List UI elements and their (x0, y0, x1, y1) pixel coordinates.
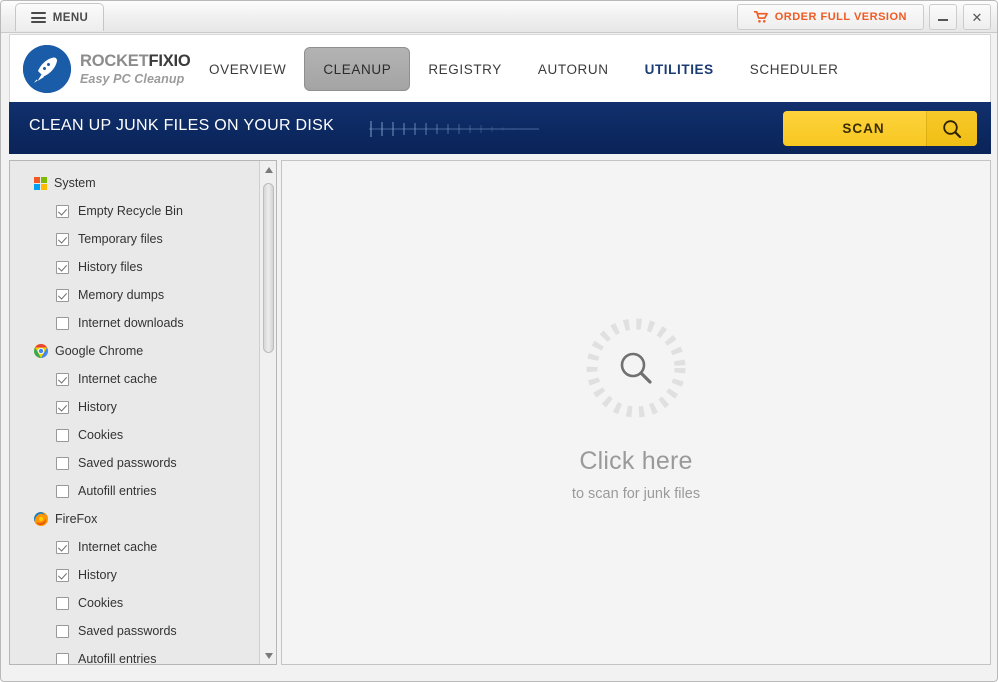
scroll-up-button[interactable] (260, 161, 277, 178)
tree-item-label: Saved passwords (78, 624, 177, 638)
tab-autorun[interactable]: AUTORUN (520, 47, 627, 91)
tree-item-firefox-cookies[interactable]: Cookies (10, 589, 260, 617)
scan-results-panel: Click here to scan for junk files (281, 160, 991, 665)
rocket-logo-icon (23, 45, 71, 93)
checkbox[interactable] (56, 233, 69, 246)
windows-logo-icon (34, 177, 47, 190)
checkbox[interactable] (56, 401, 69, 414)
shopping-cart-icon (754, 11, 768, 23)
brand-name-part2: FIXIO (148, 52, 190, 70)
tree-item-chrome-internet-cache[interactable]: Internet cache (10, 365, 260, 393)
tree-item-temporary-files[interactable]: Temporary files (10, 225, 260, 253)
nav-tab-list: OVERVIEW CLEANUP REGISTRY AUTORUN UTILIT… (191, 45, 856, 93)
checkbox[interactable] (56, 457, 69, 470)
scrollbar-thumb[interactable] (263, 183, 274, 353)
checkbox[interactable] (56, 597, 69, 610)
tab-overview[interactable]: OVERVIEW (191, 47, 304, 91)
tab-scheduler[interactable]: SCHEDULER (732, 47, 857, 91)
tree-item-firefox-internet-cache[interactable]: Internet cache (10, 533, 260, 561)
tree-item-history-files[interactable]: History files (10, 253, 260, 281)
tree-item-label: Memory dumps (78, 288, 164, 302)
checkbox[interactable] (56, 429, 69, 442)
tree-item-chrome-saved-passwords[interactable]: Saved passwords (10, 449, 260, 477)
tree-item-label: Internet cache (78, 372, 157, 386)
checkbox[interactable] (56, 569, 69, 582)
checkbox[interactable] (56, 289, 69, 302)
tab-cleanup[interactable]: CLEANUP (304, 47, 410, 91)
tree-item-label: History (78, 568, 117, 582)
brand-logo: ROCKETFIXIO Easy PC Cleanup (23, 45, 191, 93)
scan-cta-title: Click here (579, 447, 692, 476)
tree-item-firefox-saved-passwords[interactable]: Saved passwords (10, 617, 260, 645)
order-full-version-label: ORDER FULL VERSION (775, 11, 907, 23)
brand-tagline: Easy PC Cleanup (80, 73, 191, 86)
close-icon: ✕ (972, 11, 983, 24)
ruler-decoration-icon (369, 120, 539, 138)
tree-item-label: Internet cache (78, 540, 157, 554)
cleanup-categories-panel: System Empty Recycle Bin Temporary files… (9, 160, 277, 665)
cleanup-tree: System Empty Recycle Bin Temporary files… (10, 161, 260, 665)
tree-item-label: Empty Recycle Bin (78, 204, 183, 218)
chevron-down-icon (265, 653, 273, 659)
scan-button[interactable]: SCAN (783, 111, 977, 146)
application-window: MENU ORDER FULL VERSION ✕ (0, 0, 998, 682)
tree-item-label: Autofill entries (78, 484, 157, 498)
dashed-ring-magnifier-icon (581, 313, 691, 423)
tree-item-empty-recycle-bin[interactable]: Empty Recycle Bin (10, 197, 260, 225)
page-banner: CLEAN UP JUNK FILES ON YOUR DISK (9, 102, 991, 154)
firefox-logo-icon (34, 512, 48, 526)
scan-button-label: SCAN (783, 121, 926, 136)
checkbox[interactable] (56, 317, 69, 330)
hamburger-icon (31, 12, 46, 23)
tab-registry[interactable]: REGISTRY (410, 47, 520, 91)
checkbox[interactable] (56, 625, 69, 638)
chrome-logo-icon (34, 344, 48, 358)
tree-item-label: History (78, 400, 117, 414)
tree-item-chrome-history[interactable]: History (10, 393, 260, 421)
tree-item-internet-downloads[interactable]: Internet downloads (10, 309, 260, 337)
brand-name-part1: ROCKET (80, 52, 148, 70)
tree-item-firefox-autofill-entries[interactable]: Autofill entries (10, 645, 260, 665)
tree-item-label: Cookies (78, 428, 123, 442)
tree-item-memory-dumps[interactable]: Memory dumps (10, 281, 260, 309)
chevron-up-icon (265, 167, 273, 173)
checkbox[interactable] (56, 653, 69, 666)
tree-item-label: Cookies (78, 596, 123, 610)
scan-cta-subtitle: to scan for junk files (572, 486, 700, 502)
order-full-version-button[interactable]: ORDER FULL VERSION (737, 4, 924, 30)
checkbox[interactable] (56, 261, 69, 274)
checkbox[interactable] (56, 205, 69, 218)
scan-magnifier-icon (926, 111, 977, 146)
tree-group-label: FireFox (55, 512, 97, 526)
checkbox[interactable] (56, 485, 69, 498)
minimize-button[interactable] (929, 4, 957, 30)
tree-group-label: Google Chrome (55, 344, 143, 358)
tree-group-label: System (54, 176, 96, 190)
tree-group-firefox[interactable]: FireFox (10, 505, 260, 533)
tree-item-label: Autofill entries (78, 652, 157, 665)
tree-item-chrome-autofill-entries[interactable]: Autofill entries (10, 477, 260, 505)
tree-item-firefox-history[interactable]: History (10, 561, 260, 589)
tree-group-google-chrome[interactable]: Google Chrome (10, 337, 260, 365)
tree-item-label: History files (78, 260, 143, 274)
minimize-icon (938, 19, 948, 21)
checkbox[interactable] (56, 541, 69, 554)
sidebar-scrollbar[interactable] (259, 161, 276, 664)
close-button[interactable]: ✕ (963, 4, 991, 30)
tree-item-label: Internet downloads (78, 316, 184, 330)
menu-button[interactable]: MENU (15, 3, 104, 31)
tree-item-chrome-cookies[interactable]: Cookies (10, 421, 260, 449)
brand-text: ROCKETFIXIO Easy PC Cleanup (80, 53, 191, 85)
tab-utilities[interactable]: UTILITIES (627, 47, 732, 91)
tree-item-label: Saved passwords (78, 456, 177, 470)
tree-item-label: Temporary files (78, 232, 163, 246)
scroll-down-button[interactable] (260, 647, 277, 664)
title-bar: MENU ORDER FULL VERSION ✕ (1, 1, 998, 33)
checkbox[interactable] (56, 373, 69, 386)
scan-cta[interactable]: Click here to scan for junk files (282, 313, 990, 502)
menu-button-label: MENU (53, 12, 88, 24)
tree-group-system[interactable]: System (10, 169, 260, 197)
page-title: CLEAN UP JUNK FILES ON YOUR DISK (29, 117, 334, 135)
